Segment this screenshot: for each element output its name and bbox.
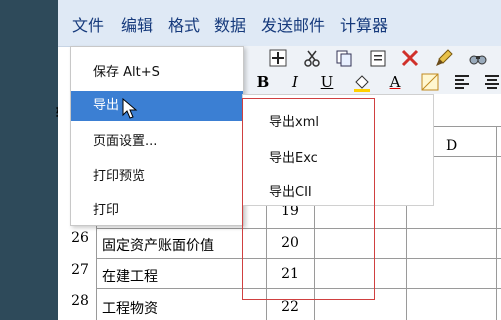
menu-item-print-preview[interactable]: 打印预览 [71, 162, 243, 192]
format-painter-icon[interactable] [434, 48, 454, 68]
column-header-d[interactable]: D [446, 138, 457, 154]
row-header[interactable]: 27 [58, 262, 102, 278]
fill-color-icon[interactable] [352, 72, 372, 92]
find-icon[interactable] [468, 48, 488, 68]
standard-toolbar [240, 46, 501, 70]
select-all-icon[interactable] [268, 48, 288, 68]
menu-item-export[interactable]: 导出 [71, 91, 243, 121]
menu-item-print[interactable]: 打印 [71, 196, 243, 226]
menu-calculator[interactable]: 计算器 [340, 12, 388, 36]
cell-item-name[interactable]: 工程物资 [102, 298, 158, 318]
cell-value[interactable]: 22 [268, 299, 312, 315]
grid-line [496, 126, 497, 320]
bold-button[interactable]: B [254, 73, 272, 91]
align-left-icon[interactable] [452, 72, 472, 92]
delete-icon[interactable] [400, 48, 420, 68]
menu-item-page-setup[interactable]: 页面设置... [71, 127, 243, 157]
file-menu: 保存 Alt+S 导出 页面设置... 打印预览 打印 [70, 46, 244, 226]
format-toolbar: B I U A [240, 70, 501, 94]
align-center-icon[interactable] [482, 72, 501, 92]
cut-icon[interactable] [302, 48, 322, 68]
row-header[interactable]: 28 [58, 293, 102, 309]
copy-icon[interactable] [334, 48, 354, 68]
menu-data[interactable]: 数据 [214, 12, 246, 36]
italic-button[interactable]: I [286, 73, 304, 91]
cell-item-name[interactable]: 固定资产账面价值 [102, 235, 214, 255]
menubar: 文件 编辑 格式 数据 发送邮件 计算器 [58, 0, 501, 47]
menu-send-mail[interactable]: 发送邮件 [261, 12, 325, 36]
annotation-highlight-box [242, 98, 375, 300]
menu-item-save[interactable]: 保存 Alt+S [71, 58, 243, 88]
underline-button[interactable]: U [318, 73, 336, 91]
paste-icon[interactable] [368, 48, 388, 68]
row-header[interactable]: 26 [58, 230, 102, 246]
menu-edit[interactable]: 编辑 [121, 12, 153, 36]
border-icon[interactable] [420, 72, 440, 92]
menu-format[interactable]: 格式 [168, 12, 200, 36]
font-color-button[interactable]: A [386, 73, 404, 91]
mouse-cursor-icon [122, 97, 138, 120]
cell-item-name[interactable]: 在建工程 [102, 266, 158, 286]
window-frame-left [0, 0, 58, 320]
menu-file[interactable]: 文件 [72, 12, 104, 36]
